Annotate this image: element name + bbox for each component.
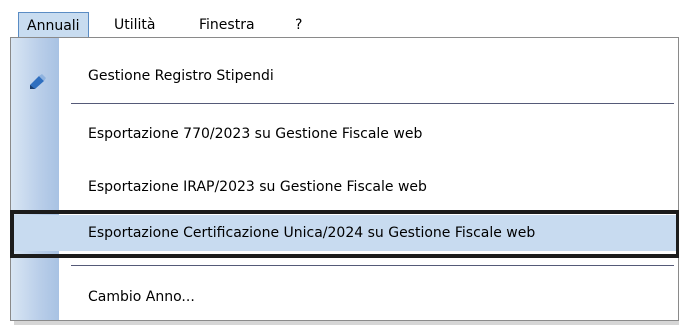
register-pencil-icon [28,68,46,89]
menu-item-label: Esportazione Certificazione Unica/2024 s… [88,225,536,241]
menu-item-gestione-registro-stipendi[interactable]: Gestione Registro Stipendi [11,58,678,94]
menu-item-cambio-anno[interactable]: Cambio Anno... [11,279,678,315]
menu-finestra[interactable]: Finestra [193,12,261,38]
menu-item-label: Esportazione 770/2023 su Gestione Fiscal… [88,126,423,142]
menu-separator [71,103,674,104]
menu-item-label: Cambio Anno... [88,289,195,305]
menu-help[interactable]: ? [289,12,308,38]
menu-item-label: Esportazione IRAP/2023 su Gestione Fisca… [88,179,427,195]
annuali-dropdown-menu: Gestione Registro Stipendi Esportazione … [10,37,679,321]
menu-separator [71,265,674,266]
menu-utilita[interactable]: Utilità [108,12,161,38]
menu-item-esportazione-certificazione-unica[interactable]: Esportazione Certificazione Unica/2024 s… [11,215,678,251]
menu-annuali[interactable]: Annuali [18,12,89,38]
menu-item-esportazione-770[interactable]: Esportazione 770/2023 su Gestione Fiscal… [11,116,678,152]
menu-item-label: Gestione Registro Stipendi [88,68,274,84]
menu-item-esportazione-irap[interactable]: Esportazione IRAP/2023 su Gestione Fisca… [11,169,678,205]
